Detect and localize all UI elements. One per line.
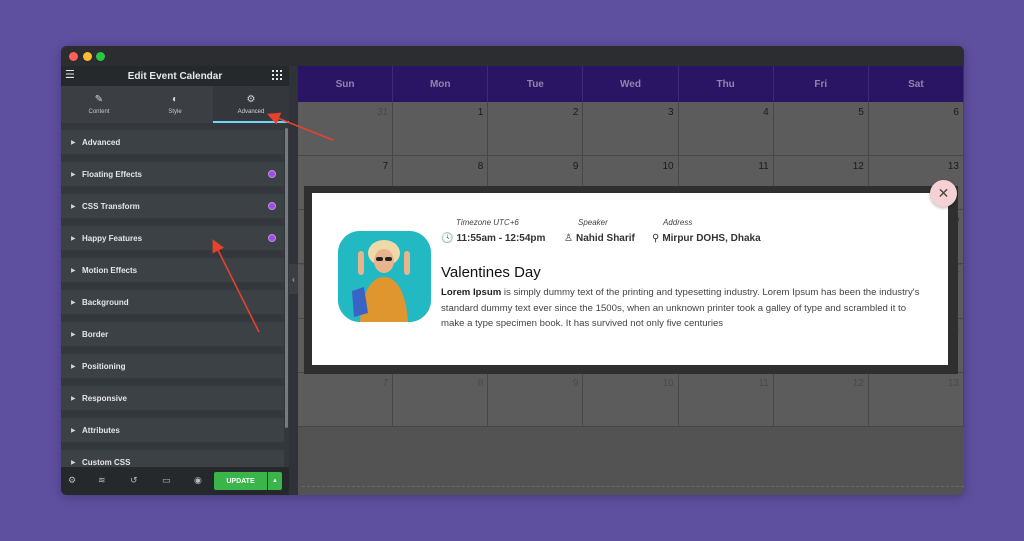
annotation-arrow-advanced-tab xyxy=(267,112,334,141)
annotation-arrow-happy-features xyxy=(212,239,260,333)
annotation-arrows xyxy=(212,112,334,333)
